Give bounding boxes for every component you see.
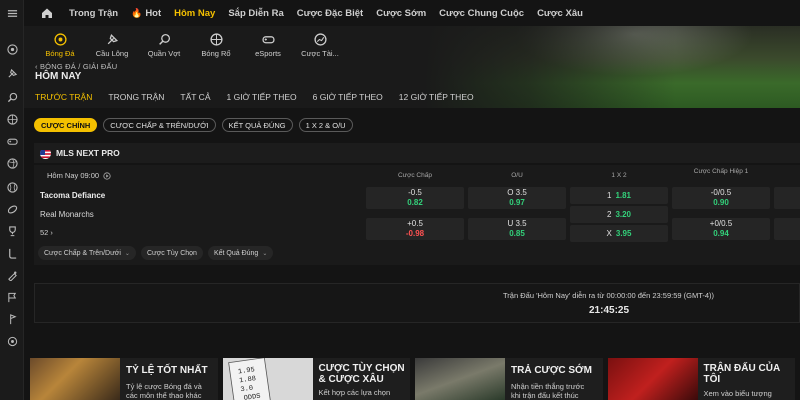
home-team: Tacoma Defiance [40,191,106,200]
rail-flag-icon[interactable] [4,290,20,304]
finance-icon [313,32,327,46]
chip-ket-qua-dung[interactable]: KẾT QUẢ ĐÚNG [221,118,293,132]
rail-baseball-icon[interactable] [4,180,20,194]
odd-1x2-draw[interactable]: X 3.95 [570,225,668,242]
promo-my-matches[interactable]: TRẬN ĐẤU CỦA TÔI Xem vào biểu tượng [607,358,795,400]
rail-cricket-icon[interactable] [4,268,20,282]
sport-item-bong-ro[interactable]: Bóng Rổ [190,32,242,58]
promo-cash-out[interactable]: TRẢ CƯỢC SỚM Nhận tiền thắng trước khi t… [415,358,603,400]
promo-strip: TỶ LỆ TỐT NHẤT Tỷ lệ cược Bóng đá và các… [30,358,800,400]
odd-under[interactable]: U 3.5 0.85 [468,218,566,240]
sport-item-esports[interactable]: eSports [242,32,294,58]
tab-1-gio[interactable]: 1 GIỜ TIẾP THEO [227,92,297,102]
odd-1x2-away[interactable]: 2 3.20 [570,206,668,223]
sport-item-cau-long[interactable]: Cầu Lông [86,32,138,58]
rail-tennis-icon[interactable] [4,90,20,104]
tennis-icon [157,32,171,46]
rail-soccer-icon[interactable] [4,42,20,56]
more-markets-link[interactable]: 52 › [40,228,53,237]
sport-item-quan-vot[interactable]: Quần Vợt [138,32,190,58]
promo-image-players [607,358,698,400]
subchip-cuoc-chap[interactable]: Cược Chấp & Trên/Dưới ⌄ [38,246,136,260]
tab-trong-tran[interactable]: TRONG TRẬN [108,92,164,102]
menu-icon[interactable] [4,6,20,20]
promo-image-sport [30,358,120,400]
nav-item-cuoc-chung-cuoc[interactable]: Cược Chung Cuộc [439,8,524,19]
col-header-handicap: Cược Chấp [398,172,432,179]
sport-item-bong-da[interactable]: Bóng Đá [34,32,86,58]
rail-badminton-icon[interactable] [4,66,20,80]
home-icon[interactable] [39,5,55,21]
bet-type-chips: CƯỢC CHÍNH CƯỢC CHẤP & TRÊN/DƯỚI KẾT QUẢ… [34,118,359,132]
badminton-icon [105,32,119,46]
top-nav: Trong Trận 🔥 Hot Hôm Nay Sắp Diễn Ra Cược… [24,0,800,26]
time-tabs: TRƯỚC TRẬN TRONG TRẬN TẤT CẢ 1 GIỜ TIẾP … [35,92,490,102]
nav-item-sap-dien-ra[interactable]: Sắp Diễn Ra [228,8,283,19]
chip-cuoc-chap[interactable]: CƯỢC CHẤP & TRÊN/DƯỚI [103,118,216,132]
rail-volleyball-icon[interactable] [4,156,20,170]
countdown-message: Trận Đấu 'Hôm Nay' diễn ra từ 00:00:00 đ… [503,291,715,300]
odd-handicap-away[interactable]: +0.5 -0.98 [366,218,464,240]
rail-hockey-icon[interactable] [4,246,20,260]
sport-item-cuoc-tai[interactable]: Cược Tài... [294,32,346,58]
tab-tat-ca[interactable]: TẤT CẢ [180,92,210,102]
league-header[interactable]: MLS NEXT PRO [34,143,800,163]
chip-cuoc-chinh[interactable]: CƯỢC CHÍNH [34,118,98,132]
rail-gamepad-icon[interactable] [4,134,20,148]
promo-custom-bet[interactable]: 1.95 1.88 3.0 ODDS CƯỢC TÙY CHỌN & CƯỢC … [222,358,410,400]
live-stream-icon[interactable] [103,171,111,180]
subchip-tuy-chon[interactable]: Cược Tùy Chọn [140,246,203,260]
subchip-ket-qua-dung[interactable]: Kết Quả Đúng ⌄ [207,246,274,260]
chevron-down-icon: ⌄ [124,250,130,257]
match-card: Hôm Nay 09:00 Tacoma Defiance Real Monar… [34,165,800,265]
chevron-down-icon: ⌄ [262,250,268,257]
promo-image-cash [415,358,505,400]
rail-golf-icon[interactable] [4,312,20,326]
rail-football-icon[interactable] [4,202,20,216]
hero-banner: Bóng Đá Cầu Lông Quần Vợt Bóng Rổ eSport… [24,26,800,108]
rail-darts-icon[interactable] [4,334,20,348]
odd-over[interactable]: O 3.5 0.97 [468,187,566,209]
nav-item-cuoc-dac-biet[interactable]: Cược Đặc Biệt [297,8,363,19]
away-team: Real Monarchs [40,210,94,219]
promo-image-odds-sheet: 1.95 1.88 3.0 ODDS [222,358,313,400]
odd-handicap-h1-home[interactable]: -0/0.5 0.90 [672,187,770,209]
page-title: HÔM NAY [35,71,82,82]
breadcrumb[interactable]: ‹ BÓNG ĐÁ / GIẢI ĐẤU [35,62,117,71]
nav-item-hot[interactable]: 🔥 Hot [131,8,161,19]
countdown-time: 21:45:25 [589,305,630,316]
nav-item-cuoc-xau[interactable]: Cược Xâu [537,8,583,19]
col-header-1x2: 1 X 2 [611,172,627,179]
tab-truoc-tran[interactable]: TRƯỚC TRẬN [35,92,92,102]
page: Trong Trận 🔥 Hot Hôm Nay Sắp Diễn Ra Cược… [0,0,800,400]
soccer-ball-icon [53,32,67,46]
promo-best-odds[interactable]: TỶ LỆ TỐT NHẤT Tỷ lệ cược Bóng đá và các… [30,358,218,400]
odd-extra-bottom[interactable] [774,218,800,240]
market-subchips: Cược Chấp & Trên/Dưới ⌄ Cược Tùy Chọn Kết… [38,246,278,260]
nav-item-cuoc-som[interactable]: Cược Sớm [376,8,426,19]
us-flag-icon [40,148,51,159]
flame-icon: 🔥 [131,7,143,18]
rail-basketball-icon[interactable] [4,112,20,126]
tab-12-gio[interactable]: 12 GIỜ TIẾP THEO [399,92,474,102]
match-time: Hôm Nay 09:00 [47,171,111,180]
odd-handicap-home[interactable]: -0.5 0.82 [366,187,464,209]
odd-handicap-h1-away[interactable]: +0/0.5 0.94 [672,218,770,240]
countdown-panel: Trận Đấu 'Hôm Nay' diễn ra từ 00:00:00 đ… [34,283,800,323]
col-header-handicap-h1: Cược Chấp Hiệp 1 [693,168,749,175]
league-name: MLS NEXT PRO [56,148,120,158]
basketball-icon [209,32,223,46]
col-header-ou: O/U [511,172,523,179]
odd-1x2-home[interactable]: 1 1.81 [570,187,668,204]
nav-item-trong-tran[interactable]: Trong Trận [69,8,118,19]
sport-selector: Bóng Đá Cầu Lông Quần Vợt Bóng Rổ eSport… [34,32,346,58]
odd-extra-top[interactable] [774,187,800,209]
tab-6-gio[interactable]: 6 GIỜ TIẾP THEO [313,92,383,102]
gamepad-icon [261,32,275,46]
rail-trophy-icon[interactable] [4,224,20,238]
left-rail [0,0,24,400]
nav-item-hom-nay[interactable]: Hôm Nay [174,8,215,19]
svg-text:ODDS: ODDS [243,393,261,400]
chip-1x2-ou[interactable]: 1 X 2 & O/U [298,118,353,132]
